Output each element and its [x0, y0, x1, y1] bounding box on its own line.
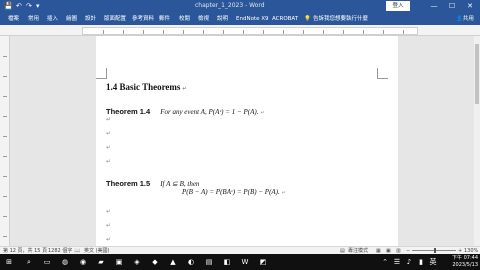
maximize-button[interactable]: ☐	[446, 1, 458, 12]
theorem-label: Theorem 1.5	[106, 179, 151, 188]
theorem-statement: For any event A, P(Aᶜ) = 1 − P(A).	[160, 108, 259, 116]
lightbulb-icon: 💡	[304, 16, 311, 22]
windows-start-icon[interactable]: ⊞	[4, 257, 14, 267]
word-icon[interactable]: W	[240, 257, 250, 267]
paragraph-mark: ↵	[106, 116, 112, 123]
network-icon[interactable]: ☰	[392, 257, 402, 267]
save-icon[interactable]: 💾	[4, 2, 13, 11]
document-area[interactable]: 1.4 Basic Theorems ↵ Theorem 1.4 For any e…	[10, 36, 474, 246]
tab-design[interactable]: 設計	[85, 14, 96, 24]
minimize-button[interactable]: —	[428, 1, 440, 12]
file-explorer-icon[interactable]: ▰	[96, 257, 106, 267]
document-page[interactable]: 1.4 Basic Theorems ↵ Theorem 1.4 For any e…	[96, 36, 398, 246]
window-title: chapter_1_2023 - Word	[195, 2, 265, 9]
undo-icon[interactable]: ↶	[16, 2, 22, 11]
chrome-icon[interactable]: ◉	[78, 257, 88, 267]
app-icon[interactable]: ◆	[150, 257, 160, 267]
tab-mailings[interactable]: 郵件	[159, 14, 170, 24]
vertical-scrollbar[interactable]	[474, 36, 480, 246]
paragraph-mark: ↵	[106, 236, 112, 243]
theorem-equation: P(B − A) = P(BAᶜ) = P(B) − P(A). ↵	[182, 188, 286, 196]
tab-insert[interactable]: 插入	[47, 14, 58, 24]
tab-review[interactable]: 校閱	[179, 14, 190, 24]
vertical-ruler[interactable]	[0, 36, 10, 246]
crop-mark	[377, 68, 388, 79]
tab-view[interactable]: 檢視	[198, 14, 209, 24]
tab-file[interactable]: 檔案	[8, 14, 19, 24]
battery-icon[interactable]: ▮	[416, 257, 426, 267]
clock-date: 2023/5/13	[452, 262, 478, 268]
tab-layout[interactable]: 版面配置	[104, 14, 126, 24]
tab-help[interactable]: 說明	[217, 14, 228, 24]
theorem-1-4: Theorem 1.4 For any event A, P(Aᶜ) = 1 − …	[106, 107, 265, 116]
edge-icon[interactable]: ◍	[60, 257, 70, 267]
tell-me-search[interactable]: 告訴我您想要執行什麼	[313, 14, 368, 24]
tab-draw[interactable]: 繪圖	[66, 14, 77, 24]
paragraph-mark: ↵	[106, 130, 112, 137]
scrollbar-thumb[interactable]	[475, 44, 479, 104]
paragraph-mark: ↵	[106, 208, 112, 215]
title-bar: 💾 ↶ ↷ ▾ chapter_1_2023 - Word 登入 — ☐ ✕	[0, 0, 480, 13]
app-icon[interactable]: ◩	[258, 257, 268, 267]
app-icon[interactable]: ◧	[222, 257, 232, 267]
tab-endnote[interactable]: EndNote X9	[236, 14, 269, 24]
acrobat-icon[interactable]: ▤	[204, 257, 214, 267]
horizontal-ruler[interactable]	[0, 25, 480, 36]
redo-icon[interactable]: ↷	[26, 2, 32, 11]
paragraph-mark: ↵	[106, 158, 112, 165]
crop-mark	[96, 68, 107, 79]
tab-references[interactable]: 參考資料	[132, 14, 154, 24]
app-icon[interactable]: ▣	[114, 257, 124, 267]
zoom-slider-knob[interactable]	[434, 248, 436, 253]
share-label: 共用	[462, 16, 474, 22]
clock-time: 下午 07:44	[452, 255, 478, 261]
task-view-icon[interactable]: ▭	[42, 257, 52, 267]
quick-access-menu-icon[interactable]: ▾	[36, 2, 40, 11]
app-icon[interactable]: ◐	[186, 257, 196, 267]
paragraph-mark: ↵	[106, 144, 112, 151]
share-button[interactable]: 👤共用	[456, 14, 474, 24]
theorem-statement: If A ⊆ B, then	[160, 180, 200, 188]
person-icon: 👤	[456, 16, 463, 22]
theorem-label: Theorem 1.4	[106, 107, 151, 116]
app-icon[interactable]: ◈	[132, 257, 142, 267]
taskbar: ⊞ ⌕ ▭ ◍ ◉ ▰ ▣ ◈ ◆ ▲ ◐ ▤ ◧ W ◩ ⌃ ☰ ♪ ▮ 英 …	[0, 254, 480, 270]
paragraph-mark: ↵	[106, 222, 112, 229]
tab-home[interactable]: 常用	[28, 14, 39, 24]
tab-acrobat[interactable]: ACROBAT	[272, 14, 298, 24]
tray-up-icon[interactable]: ⌃	[380, 257, 390, 267]
clock[interactable]: 下午 07:44 2023/5/13	[452, 255, 478, 269]
search-icon[interactable]: ⌕	[24, 257, 34, 267]
ruler-track	[82, 27, 418, 35]
ribbon-tabs: 檔案 常用 插入 繪圖 設計 版面配置 參考資料 郵件 校閱 檢視 說明 End…	[0, 13, 480, 25]
volume-icon[interactable]: ♪	[404, 257, 414, 267]
app-icon[interactable]: ▲	[168, 257, 178, 267]
sign-in-button[interactable]: 登入	[386, 1, 410, 11]
section-heading: 1.4 Basic Theorems ↵	[106, 82, 187, 92]
input-method-icon[interactable]: 英	[428, 257, 438, 267]
close-button[interactable]: ✕	[464, 1, 476, 12]
